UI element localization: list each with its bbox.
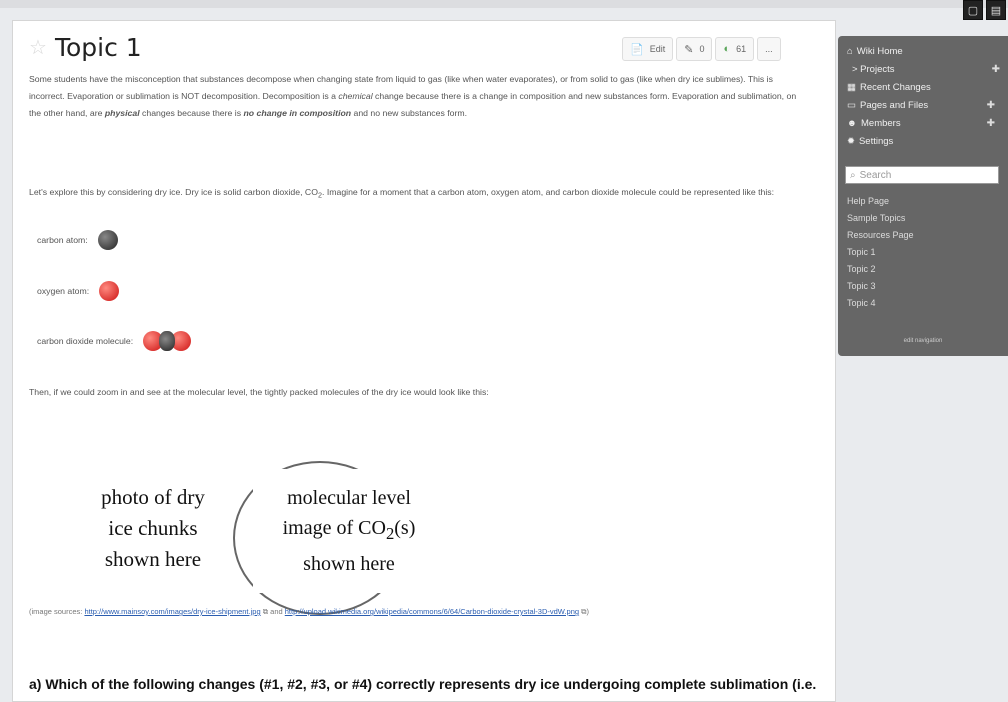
views-count: 61: [736, 44, 747, 54]
page-header: ☆ Topic 1: [29, 33, 142, 62]
source-link-2[interactable]: http://upload.wikimedia.org/wikipedia/co…: [285, 607, 579, 616]
search-placeholder: Search: [859, 169, 892, 181]
home-icon: ⌂: [847, 46, 853, 57]
source-link-1[interactable]: http://www.mainsoy.com/images/dry-ice-sh…: [84, 607, 260, 616]
sidebar-item-members[interactable]: ☻ Members ✚: [847, 118, 997, 129]
mol-placeholder-line-3: shown here: [303, 553, 395, 575]
comments-count: 0: [699, 44, 705, 54]
sidebar-link-sample-topics[interactable]: Sample Topics: [847, 213, 905, 223]
calendar-icon: ▦: [847, 82, 856, 93]
star-icon[interactable]: ☆: [29, 38, 47, 58]
comment-icon: ✎: [684, 43, 694, 56]
sidebar-item-wiki-home[interactable]: ⌂ Wiki Home: [847, 46, 997, 57]
carbon-atom-label: carbon atom:: [37, 235, 88, 245]
sidebar-link-topic-3[interactable]: Topic 3: [847, 281, 876, 291]
photo-placeholder-line-2: ice chunks: [108, 515, 198, 540]
intro-paragraph: Some students have the misconception tha…: [29, 71, 799, 122]
edit-label: Edit: [649, 44, 666, 54]
projects-label: > Projects: [852, 64, 895, 75]
sources-and: and: [268, 607, 285, 616]
window-icon[interactable]: ▢: [963, 0, 983, 20]
page-content: ☆ Topic 1 📄 Edit ✎ 0 ◐ 61 ... Some stude…: [12, 20, 836, 702]
dry-ice-photo-placeholder: photo of dry ice chunks shown here: [43, 453, 263, 603]
window-corner-buttons: ▢ ▤: [963, 0, 1006, 20]
zoom-paragraph: Then, if we could zoom in and see at the…: [29, 387, 489, 397]
views-icon: ◐: [723, 43, 731, 55]
sidebar-item-settings[interactable]: ✹ Settings: [847, 136, 997, 147]
external-link-icon: ⧉: [260, 607, 269, 616]
pages-files-label: Pages and Files: [859, 100, 929, 111]
edit-navigation-link[interactable]: edit navigation: [838, 338, 1008, 344]
page-title: Topic 1: [54, 33, 142, 62]
sources-suffix: ): [586, 607, 590, 616]
carbon-atom-row: carbon atom:: [37, 230, 118, 250]
settings-label: Settings: [858, 136, 894, 147]
members-icon: ☻: [847, 118, 857, 129]
edit-button[interactable]: 📄 Edit: [622, 37, 674, 61]
more-button[interactable]: ...: [757, 37, 781, 61]
sidebar-link-topic-2[interactable]: Topic 2: [847, 264, 876, 274]
edit-icon: 📄: [630, 43, 644, 56]
carbon-atom-icon: [97, 230, 118, 250]
external-link-icon: ⧉: [579, 607, 587, 616]
intro-text-4: and no new substances form.: [351, 108, 468, 118]
intro-no-change: no change in composition: [243, 108, 352, 118]
molecular-image-placeholder: molecular level image of CO2(s) shown he…: [253, 469, 445, 593]
expand-icon[interactable]: ✚: [992, 64, 1000, 75]
co2-molecule-label: carbon dioxide molecule:: [37, 336, 134, 346]
expand-icon[interactable]: ✚: [987, 100, 995, 111]
dry-ice-paragraph: Let's explore this by considering dry ic…: [29, 184, 799, 204]
sidebar-link-topic-4[interactable]: Topic 4: [847, 298, 876, 308]
comments-button[interactable]: ✎ 0: [676, 37, 713, 61]
expand-icon[interactable]: ✚: [987, 118, 995, 129]
photo-placeholder-line-3: shown here: [104, 546, 202, 571]
oxygen-atom-label: oxygen atom:: [37, 286, 90, 296]
sidebar-item-projects[interactable]: > Projects ✚: [852, 64, 1002, 75]
sidebar-item-pages-files[interactable]: ▭ Pages and Files ✚: [847, 100, 997, 111]
co2-molecule-icon: [143, 331, 192, 351]
oxygen-atom-icon: [99, 281, 120, 301]
page-actions: 📄 Edit ✎ 0 ◐ 61 ...: [622, 37, 781, 61]
gear-icon: ✹: [847, 136, 855, 147]
intro-chemical: chemical: [338, 91, 373, 101]
photo-placeholder-line-1: photo of dry: [101, 484, 205, 509]
question-a: a) Which of the following changes (#1, #…: [29, 676, 817, 701]
intro-physical: physical: [104, 108, 140, 118]
recent-changes-label: Recent Changes: [859, 82, 931, 93]
sidebar-link-resources-page[interactable]: Resources Page: [847, 230, 914, 240]
members-label: Members: [861, 118, 901, 129]
tabs-icon[interactable]: ▤: [986, 0, 1006, 20]
sources-prefix: (image sources:: [29, 607, 85, 616]
sidebar-link-topic-1[interactable]: Topic 1: [847, 247, 876, 257]
oxygen-atom-row: oxygen atom:: [37, 281, 120, 301]
search-input[interactable]: ⌕ Search: [845, 166, 999, 184]
mol-placeholder-line-1: molecular level: [287, 487, 411, 509]
image-sources: (image sources: http://www.mainsoy.com/i…: [29, 606, 789, 617]
sidebar-item-recent-changes[interactable]: ▦ Recent Changes: [847, 82, 997, 93]
views-button[interactable]: ◐ 61: [715, 37, 755, 61]
sidebar-link-help-page[interactable]: Help Page: [847, 196, 889, 206]
mol-placeholder-state: (s): [394, 517, 416, 539]
folder-icon: ▭: [847, 100, 856, 111]
dry-ice-text-2: . Imagine for a moment that a carbon ato…: [322, 187, 775, 197]
top-bar: [0, 0, 1008, 8]
sidebar-navigation: ⌂ Wiki Home > Projects ✚ ▦ Recent Changes ▭…: [838, 36, 1008, 356]
dry-ice-text-1: Let's explore this by considering dry ic…: [29, 187, 318, 197]
mol-placeholder-text: image of CO: [282, 517, 386, 539]
search-icon: ⌕: [850, 169, 856, 181]
co2-molecule-row: carbon dioxide molecule:: [37, 331, 192, 351]
wiki-home-label: Wiki Home: [856, 46, 903, 57]
mol-placeholder-line-2: image of CO2(s): [283, 513, 416, 549]
more-label: ...: [765, 44, 773, 54]
intro-text-3: changes because there is: [139, 108, 244, 118]
